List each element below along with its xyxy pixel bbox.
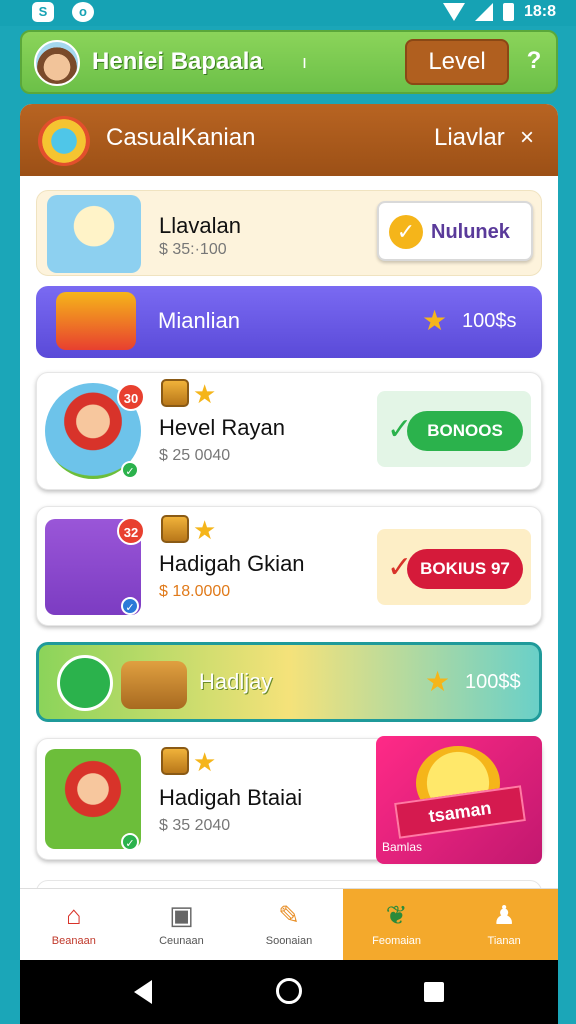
star-icon: ★ [193,379,217,409]
home-circle-icon[interactable] [276,978,302,1004]
banner-label: Hadljay [199,669,273,694]
level-button[interactable]: Level [405,39,509,85]
home-icon: ⌂ [65,900,82,930]
verified-icon: ✓ [121,833,139,851]
nav-label: Ceunaan [159,935,204,947]
player-bar: Heniei Bapaala ı Level ? [20,30,558,94]
nav-label: Beanaan [51,935,96,947]
bottom-nav: ⌂ Beanaan ▣ Ceunaan ✎ Soonaian ❦ Feomaia… [20,888,558,960]
star-icon: ★ [422,305,448,336]
item-amount: $ 35 2040 [159,817,231,834]
claim-button[interactable]: ✓ Nulunek [377,201,533,261]
item-thumbnail [47,195,141,273]
banner-value: 100$s [462,310,517,332]
bonus-button-label: BOKIUS 97 [407,549,523,589]
task-icon: ✎ [278,900,300,930]
item-title: Hadigah Gkian [159,551,305,576]
notification-o-icon: o [72,2,94,22]
item-amount: $ 35:·100 [159,241,227,258]
profile-icon: ♟ [492,900,516,930]
chest-icon [161,747,189,775]
star-icon: ★ [193,747,217,777]
item-amount: $ 18.0000 [159,583,231,600]
item-title: Hevel Rayan [159,415,285,440]
star-icon: ★ [425,666,451,697]
help-icon[interactable]: ? [522,44,546,78]
promo-ribbon: tsaman [394,785,526,839]
status-bar: S o 18:8 [0,0,576,26]
signal-icon [474,3,493,21]
check-icon: ✓ [389,215,423,249]
chest-icon [161,515,189,543]
system-nav-bar [20,960,558,1024]
avatar[interactable] [34,40,80,86]
nav-label: Soonaian [265,935,313,947]
wifi-icon [442,3,465,21]
reward-banner[interactable]: Mianlian ★ 100$s [36,286,542,358]
bonus-button[interactable]: ✓ BONOOS [377,391,531,467]
chest-icon [161,379,189,407]
item-title: Hadigah Btaiai [159,785,303,810]
banner-value: 100$$ [465,671,521,693]
main-panel: CasualKanian Liavlar × Llavalan $ 35:·10… [20,104,558,944]
claim-button-label: Nulunek [431,221,510,243]
status-time: 18:8 [523,3,556,20]
banner-label: Mianlian [158,308,240,333]
item-title: Llavalan [159,213,241,238]
item-amount: $ 25 0040 [159,447,231,464]
reward-banner[interactable]: Hadljay ★ 100$$ [36,642,542,722]
gifts-icon [56,292,136,350]
nav-item-leaf[interactable]: ❦ Feomaian [342,889,451,960]
nav-label: Tianan [487,935,521,947]
battery-icon [502,3,514,21]
panel-title: CasualKanian [106,124,256,151]
star-icon: ★ [193,515,217,545]
promo-caption: Bamlas [382,840,423,854]
list-item[interactable]: 32 ✓ ★ Hadigah Gkian $ 18.0000 ✓ BOKIUS … [36,506,542,626]
panel-header: CasualKanian Liavlar × [20,104,558,176]
list-item[interactable]: Llavalan $ 35:·100 ✓ Nulunek [36,190,542,276]
back-icon[interactable] [134,980,152,1004]
panel-right-label[interactable]: Liavlar [434,124,505,152]
leaf-icon: ❦ [385,900,408,930]
bonus-button-label: BONOOS [407,411,523,451]
player-name: Heniei Bapaala [92,48,263,75]
count-badge: 30 [117,383,145,411]
notification-s-icon: S [32,2,54,22]
nav-item-profile[interactable]: ♟ Tianan [450,889,558,960]
promo-tile[interactable]: tsaman Bamlas [376,736,542,864]
count-badge: 32 [117,517,145,545]
gift-icon: ▣ [169,900,194,930]
bonus-button[interactable]: ✓ BOKIUS 97 [377,529,531,605]
verified-icon: ✓ [121,461,139,479]
nav-item-home[interactable]: ⌂ Beanaan [20,889,128,960]
basket-icon [121,661,187,709]
verified-icon: ✓ [121,597,139,615]
list-item[interactable]: 30 ✓ ★ Hevel Rayan $ 25 0040 ✓ BONOOS [36,372,542,490]
nav-item-gift[interactable]: ▣ Ceunaan [128,889,236,960]
game-icon [38,116,90,166]
close-icon[interactable]: × [520,124,534,152]
nav-item-task[interactable]: ✎ Soonaian [235,889,343,960]
recent-apps-icon[interactable] [424,982,444,1002]
badge-icon [57,655,113,711]
player-mark: ı [302,52,308,72]
nav-label: Feomaian [372,935,422,947]
